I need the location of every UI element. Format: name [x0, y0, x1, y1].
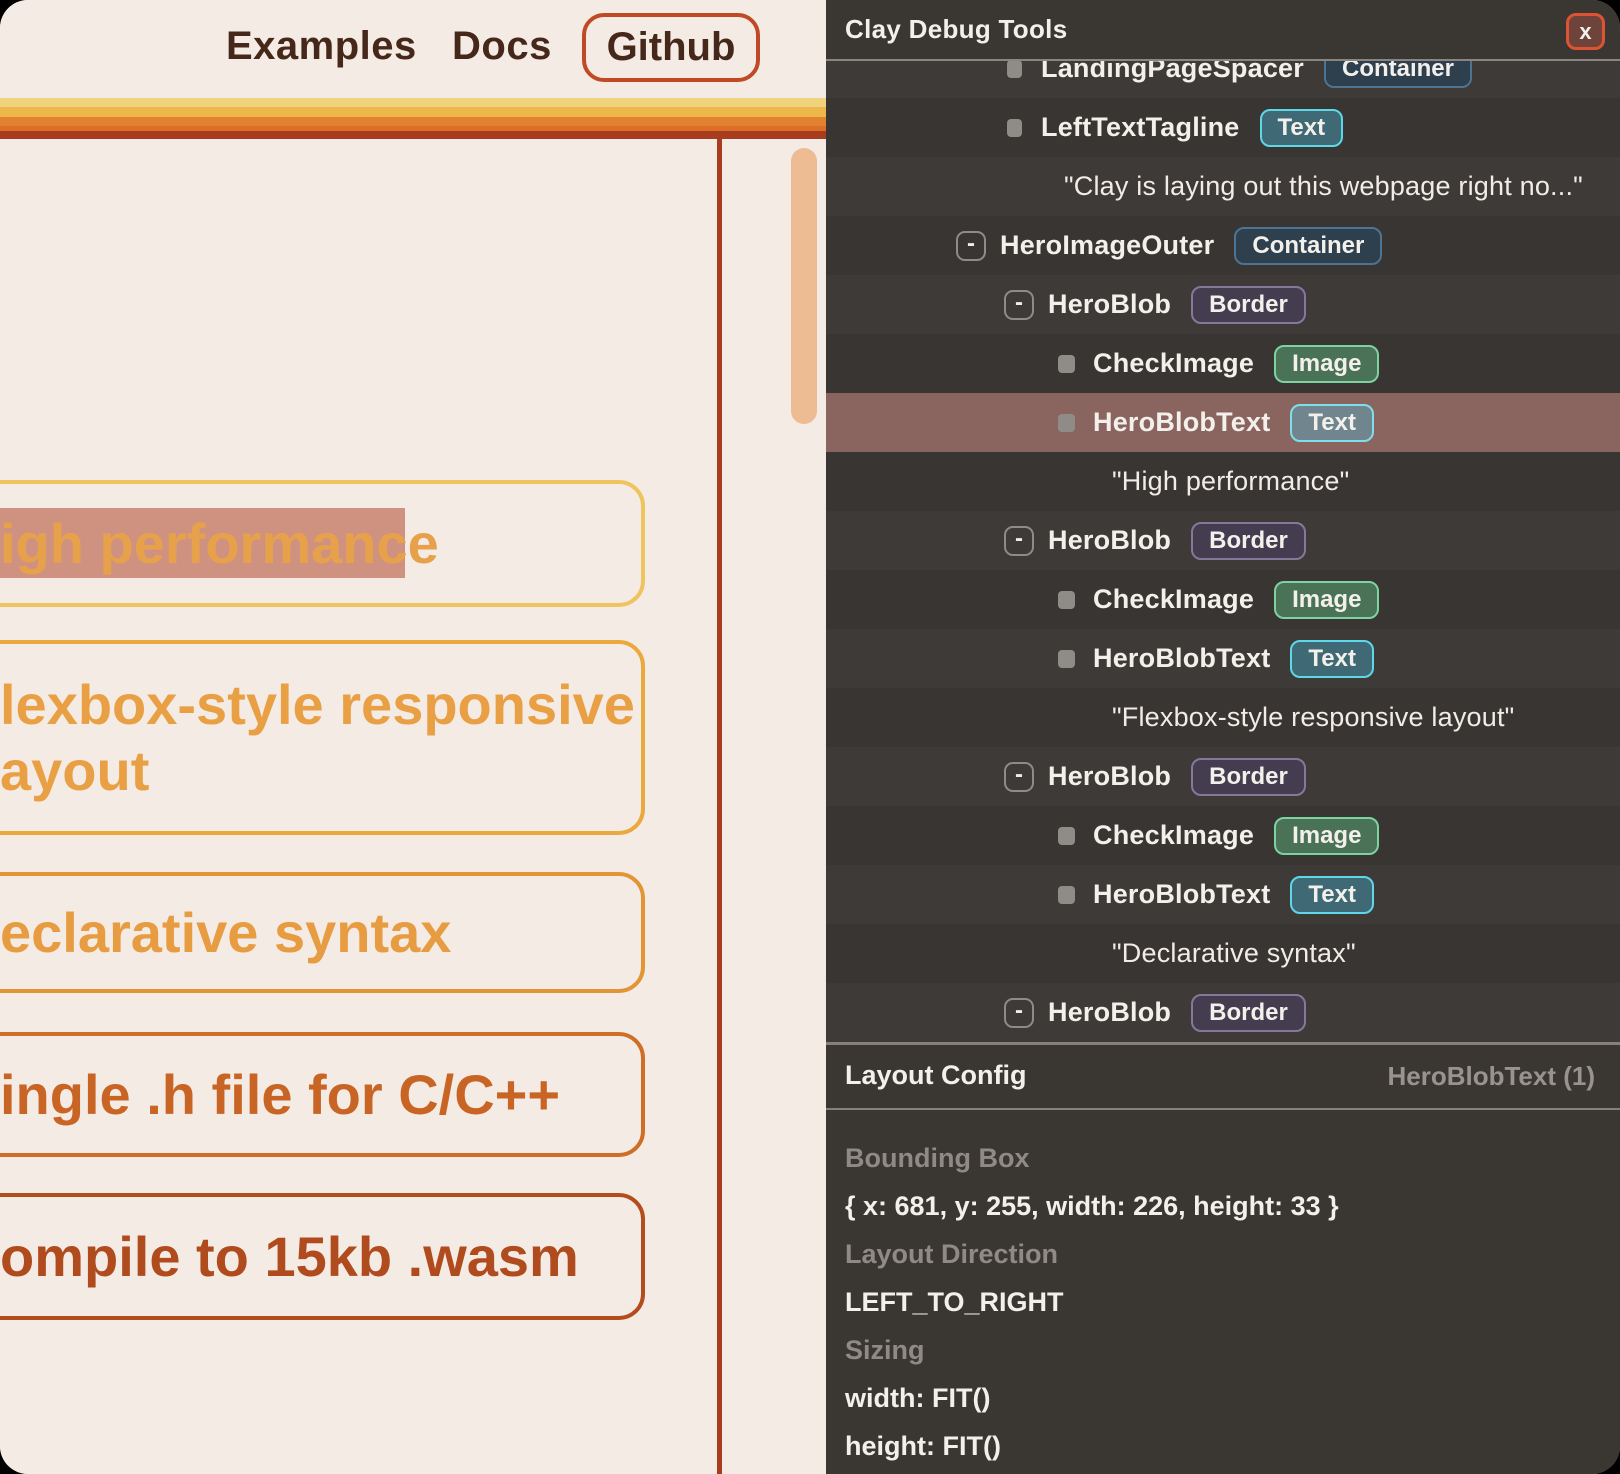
type-badge: Text	[1290, 404, 1374, 442]
type-badge: Container	[1234, 227, 1382, 265]
node-label: HeroImageOuter	[1000, 230, 1214, 261]
tree-row[interactable]: - HeroBlob Border	[826, 275, 1620, 334]
config-key: Bounding Box	[845, 1143, 1029, 1174]
tree-row[interactable]: - HeroBlob Border	[826, 511, 1620, 570]
tree-row-text-preview: "High performance"	[826, 452, 1620, 511]
node-label: CheckImage	[1093, 348, 1254, 379]
feature-box-high-performance: igh performance	[0, 480, 645, 607]
tree-row[interactable]: LandingPageSpacer Container	[826, 60, 1620, 98]
node-label: HeroBlobText	[1093, 643, 1270, 674]
node-label: HeroBlob	[1048, 997, 1171, 1028]
tree-row-text-preview: "Flexbox-style responsive layout"	[826, 688, 1620, 747]
tree-row[interactable]: CheckImage Image	[826, 334, 1620, 393]
type-badge: Border	[1191, 994, 1306, 1032]
type-badge: Image	[1274, 581, 1379, 619]
leaf-bullet-icon	[1058, 591, 1075, 609]
collapse-toggle[interactable]: -	[1004, 998, 1034, 1028]
type-badge: Container	[1324, 60, 1472, 88]
tree-row[interactable]: - HeroBlob Border	[826, 983, 1620, 1042]
close-button[interactable]: x	[1566, 13, 1605, 50]
collapse-toggle[interactable]: -	[1004, 290, 1034, 320]
node-label: HeroBlobText	[1093, 879, 1270, 910]
feature-box-flexbox-layout: lexbox-style responsive ayout	[0, 640, 645, 835]
tree-row[interactable]: CheckImage Image	[826, 806, 1620, 865]
config-value-width: width: FIT()	[845, 1383, 990, 1414]
collapse-toggle[interactable]: -	[1004, 762, 1034, 792]
debug-panel-header: Clay Debug Tools x	[826, 0, 1620, 60]
type-badge: Border	[1191, 522, 1306, 560]
collapse-toggle[interactable]: -	[956, 231, 986, 261]
leaf-bullet-icon	[1007, 60, 1022, 78]
type-badge: Image	[1274, 817, 1379, 855]
leaf-bullet-icon	[1058, 414, 1075, 432]
leaf-bullet-icon	[1058, 827, 1075, 845]
type-badge: Image	[1274, 345, 1379, 383]
leaf-bullet-icon	[1007, 119, 1022, 137]
element-tree: LandingPageSpacer Container LeftTextTagl…	[826, 60, 1620, 1042]
github-button[interactable]: Github	[582, 13, 760, 82]
config-value-bounding-box: { x: 681, y: 255, width: 226, height: 33…	[845, 1191, 1339, 1222]
config-key: Sizing	[845, 1335, 925, 1366]
node-label: CheckImage	[1093, 820, 1254, 851]
feature-box-single-header: ingle .h file for C/C++	[0, 1032, 645, 1157]
node-label: LeftTextTagline	[1041, 112, 1240, 143]
tree-row[interactable]: HeroBlobText Text	[826, 865, 1620, 924]
node-label: HeroBlob	[1048, 525, 1171, 556]
app-window: Examples Docs Github igh performance lex…	[0, 0, 1620, 1474]
nav-link-examples[interactable]: Examples	[226, 24, 417, 69]
type-badge: Border	[1191, 758, 1306, 796]
text-content-preview: "High performance"	[1112, 466, 1349, 497]
header-separator	[826, 59, 1620, 61]
tree-row[interactable]: LeftTextTagline Text	[826, 98, 1620, 157]
leaf-bullet-icon	[1058, 355, 1075, 373]
page-scrollbar-thumb[interactable]	[791, 148, 817, 424]
leaf-bullet-icon	[1058, 886, 1075, 904]
type-badge: Border	[1191, 286, 1306, 324]
node-label: CheckImage	[1093, 584, 1254, 615]
tree-row[interactable]: - HeroImageOuter Container	[826, 216, 1620, 275]
feature-text: ompile to 15kb .wasm	[0, 1224, 641, 1290]
config-key: Layout Direction	[845, 1239, 1058, 1270]
feature-box-declarative-syntax: eclarative syntax	[0, 872, 645, 993]
node-label: HeroBlob	[1048, 761, 1171, 792]
node-label: LandingPageSpacer	[1041, 60, 1304, 84]
layout-config-title: Layout Config	[845, 1060, 1026, 1091]
leaf-bullet-icon	[1058, 650, 1075, 668]
feature-text: ayout	[0, 738, 641, 804]
type-badge: Text	[1290, 640, 1374, 678]
retro-stripe-banner	[0, 98, 826, 139]
tree-row[interactable]: - HeroBlob Border	[826, 747, 1620, 806]
layout-config-section: Layout Config HeroBlobText (1) Bounding …	[826, 1045, 1620, 1474]
text-content-preview: "Clay is laying out this webpage right n…	[1064, 171, 1583, 202]
selected-element-label: HeroBlobText (1)	[1387, 1061, 1595, 1092]
text-content-preview: "Declarative syntax"	[1112, 938, 1356, 969]
tree-row-selected[interactable]: HeroBlobText Text	[826, 393, 1620, 452]
feature-text: igh performance	[0, 511, 641, 577]
feature-text: ingle .h file for C/C++	[0, 1062, 641, 1128]
node-label: HeroBlobText	[1093, 407, 1270, 438]
tree-row[interactable]: HeroBlobText Text	[826, 629, 1620, 688]
type-badge: Text	[1290, 876, 1374, 914]
collapse-toggle[interactable]: -	[1004, 526, 1034, 556]
config-value-height: height: FIT()	[845, 1431, 1001, 1462]
config-title-separator	[826, 1108, 1620, 1110]
nav-link-docs[interactable]: Docs	[452, 24, 552, 69]
clay-debug-tools-panel: LandingPageSpacer Container LeftTextTagl…	[826, 0, 1620, 1474]
feature-text: lexbox-style responsive	[0, 672, 641, 738]
feature-box-wasm: ompile to 15kb .wasm	[0, 1193, 645, 1320]
type-badge: Text	[1260, 109, 1344, 147]
clay-demo-page: Examples Docs Github igh performance lex…	[0, 0, 826, 1474]
tree-row-text-preview: "Clay is laying out this webpage right n…	[826, 157, 1620, 216]
tree-row-text-preview: "Declarative syntax"	[826, 924, 1620, 983]
panel-title: Clay Debug Tools	[845, 14, 1067, 45]
text-content-preview: "Flexbox-style responsive layout"	[1112, 702, 1514, 733]
node-label: HeroBlob	[1048, 289, 1171, 320]
feature-text: eclarative syntax	[0, 900, 641, 966]
tree-row[interactable]: CheckImage Image	[826, 570, 1620, 629]
vertical-divider	[717, 139, 722, 1474]
config-value-layout-direction: LEFT_TO_RIGHT	[845, 1287, 1064, 1318]
